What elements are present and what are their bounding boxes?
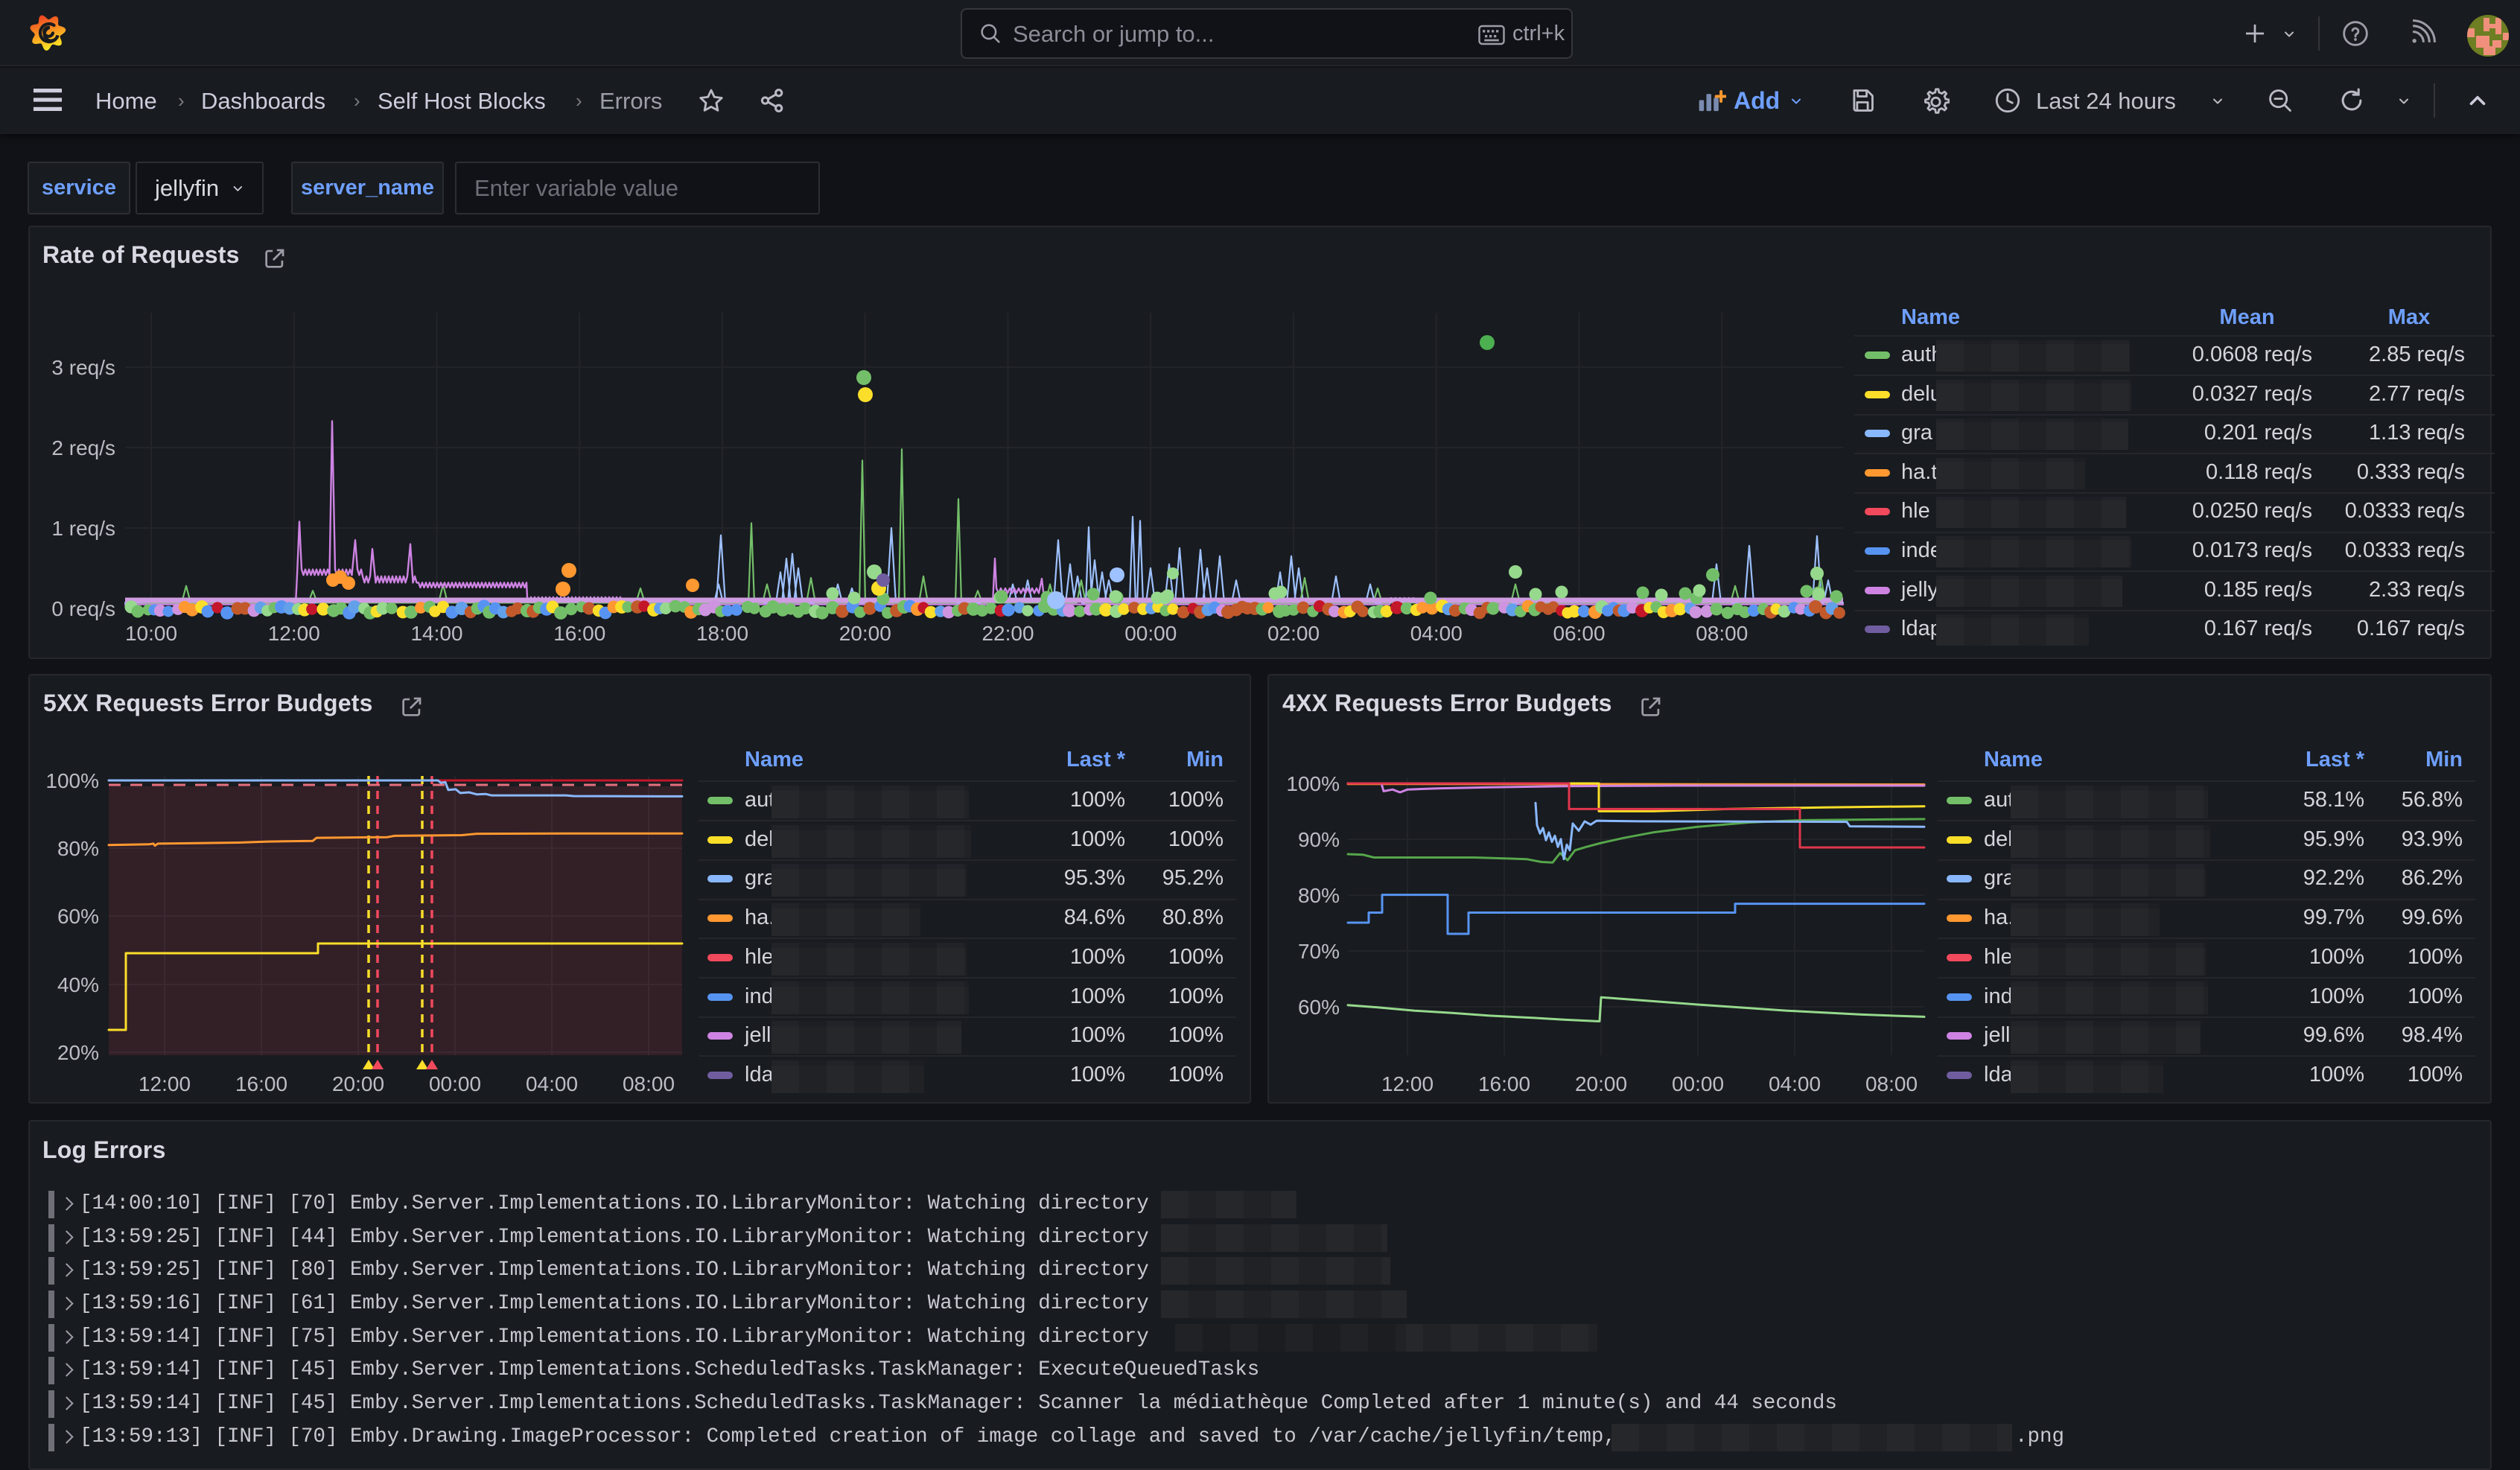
svg-text:20:00: 20:00 bbox=[332, 1072, 384, 1095]
svg-text:16:00: 16:00 bbox=[235, 1072, 287, 1095]
svg-text:70%: 70% bbox=[1298, 940, 1340, 963]
svg-text:12:00: 12:00 bbox=[139, 1072, 191, 1095]
svg-text:100%: 100% bbox=[1286, 772, 1340, 795]
svg-text:40%: 40% bbox=[57, 973, 99, 996]
svg-text:20%: 20% bbox=[57, 1041, 99, 1064]
svg-text:08:00: 08:00 bbox=[1865, 1072, 1918, 1095]
svg-text:00:00: 00:00 bbox=[429, 1072, 481, 1095]
svg-text:00:00: 00:00 bbox=[1672, 1072, 1724, 1095]
svg-text:04:00: 04:00 bbox=[526, 1072, 578, 1095]
svg-text:20:00: 20:00 bbox=[1575, 1072, 1627, 1095]
svg-text:80%: 80% bbox=[1298, 884, 1340, 907]
svg-text:60%: 60% bbox=[57, 905, 99, 928]
svg-text:04:00: 04:00 bbox=[1769, 1072, 1821, 1095]
svg-text:90%: 90% bbox=[1298, 828, 1340, 851]
svg-text:12:00: 12:00 bbox=[1381, 1072, 1434, 1095]
svg-text:08:00: 08:00 bbox=[623, 1072, 675, 1095]
svg-text:100%: 100% bbox=[45, 769, 99, 792]
svg-text:80%: 80% bbox=[57, 837, 99, 860]
svg-text:60%: 60% bbox=[1298, 996, 1340, 1019]
svg-text:16:00: 16:00 bbox=[1478, 1072, 1530, 1095]
